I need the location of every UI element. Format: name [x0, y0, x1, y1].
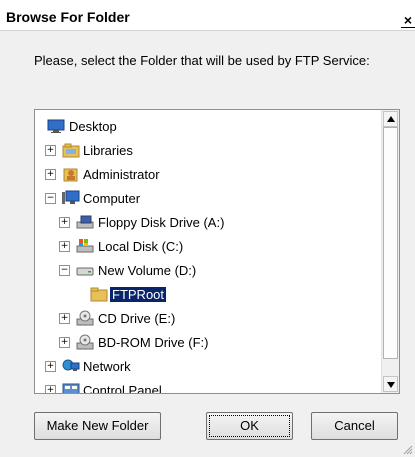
folder-icon	[90, 286, 108, 302]
folder-tree[interactable]: Desktop + Libraries + Administrator − Co…	[34, 109, 400, 394]
make-new-folder-button[interactable]: Make New Folder	[34, 412, 161, 440]
floppy-icon	[76, 214, 94, 230]
scroll-down-arrow-icon[interactable]	[383, 376, 398, 392]
collapse-toggle[interactable]: −	[45, 193, 56, 204]
tree-item-label: CD Drive (E:)	[98, 311, 176, 326]
tree-item-label: Computer	[83, 191, 141, 206]
tree-item-cd-drive[interactable]: + CD Drive (E:)	[35, 308, 379, 328]
close-button[interactable]: ×	[401, 13, 415, 28]
vertical-scrollbar[interactable]	[381, 110, 399, 393]
expand-toggle[interactable]: +	[45, 169, 56, 180]
bd-rom-icon	[76, 334, 94, 350]
tree-item-label: Desktop	[69, 119, 117, 134]
window-title: Browse For Folder	[6, 9, 130, 25]
browse-for-folder-dialog: Browse For Folder × Please, select the F…	[0, 0, 415, 457]
tree-item-libraries[interactable]: + Libraries	[35, 140, 379, 160]
drive-icon	[76, 262, 94, 278]
desktop-icon	[47, 118, 65, 134]
expand-toggle[interactable]: +	[45, 385, 56, 393]
tree-item-label: Network	[83, 359, 131, 374]
tree-item-bd-rom-drive[interactable]: + BD-ROM Drive (F:)	[35, 332, 379, 352]
tree-item-label: Floppy Disk Drive (A:)	[98, 215, 225, 230]
expand-toggle[interactable]: +	[59, 217, 70, 228]
tree-item-network[interactable]: + Network	[35, 356, 379, 376]
tree-item-label: Local Disk (C:)	[98, 239, 184, 254]
tree-item-computer[interactable]: − Computer	[35, 188, 379, 208]
instruction-text: Please, select the Folder that will be u…	[34, 53, 370, 68]
title-bar[interactable]: Browse For Folder ×	[0, 0, 415, 31]
tree-item-administrator[interactable]: + Administrator	[35, 164, 379, 184]
tree-item-label: New Volume (D:)	[98, 263, 197, 278]
expand-toggle[interactable]: +	[59, 241, 70, 252]
expand-toggle[interactable]: +	[59, 337, 70, 348]
computer-icon	[62, 190, 80, 206]
collapse-toggle[interactable]: −	[59, 265, 70, 276]
scroll-up-arrow-icon[interactable]	[383, 111, 398, 127]
expand-toggle[interactable]: +	[45, 361, 56, 372]
tree-item-label: Administrator	[83, 167, 160, 182]
libraries-icon	[62, 142, 80, 158]
network-icon	[62, 358, 80, 374]
control-panel-icon	[62, 382, 80, 393]
resize-grip-icon[interactable]	[403, 445, 413, 455]
tree-item-local-disk[interactable]: + Local Disk (C:)	[35, 236, 379, 256]
tree-item-label: Control Panel	[83, 383, 162, 394]
local-disk-icon	[76, 238, 94, 254]
cancel-button[interactable]: Cancel	[311, 412, 398, 440]
tree-item-desktop[interactable]: Desktop	[35, 116, 379, 136]
tree-item-ftproot[interactable]: FTPRoot	[35, 284, 379, 304]
tree-item-label: Libraries	[83, 143, 133, 158]
ok-button[interactable]: OK	[206, 412, 293, 440]
scrollbar-thumb[interactable]	[383, 127, 398, 359]
tree-item-new-volume[interactable]: − New Volume (D:)	[35, 260, 379, 280]
user-icon	[62, 166, 80, 182]
expand-toggle[interactable]: +	[59, 313, 70, 324]
expand-toggle[interactable]: +	[45, 145, 56, 156]
tree-item-label-selected: FTPRoot	[110, 287, 167, 302]
folder-tree-content: Desktop + Libraries + Administrator − Co…	[35, 110, 379, 393]
tree-item-label: BD-ROM Drive (F:)	[98, 335, 209, 350]
tree-item-control-panel[interactable]: + Control Panel	[35, 380, 379, 394]
cd-drive-icon	[76, 310, 94, 326]
tree-item-floppy-drive[interactable]: + Floppy Disk Drive (A:)	[35, 212, 379, 232]
